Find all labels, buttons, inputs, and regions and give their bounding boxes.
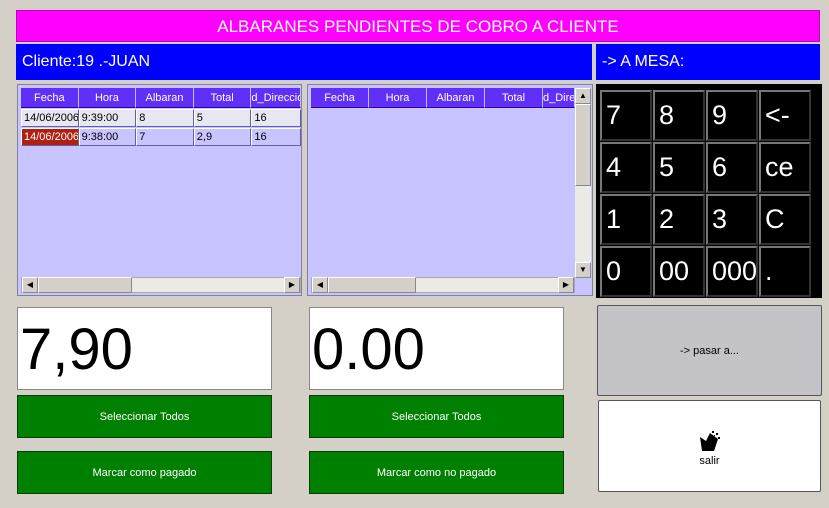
scroll-up-icon[interactable]: ▲	[575, 88, 591, 104]
cell[interactable]: 16	[251, 109, 301, 127]
paid-total-display: 0.00	[309, 307, 564, 390]
scroll-thumb[interactable]	[328, 277, 416, 293]
scroll-down-icon[interactable]: ▼	[575, 262, 591, 278]
keypad-key[interactable]: 9	[706, 90, 758, 141]
grid-header: Fecha Hora Albaran Total d_Direccion	[21, 88, 301, 108]
cell[interactable]: 2,9	[193, 128, 252, 146]
table-row[interactable]: 14/06/2006 9:38:00 7 2,9 16	[21, 128, 301, 146]
keypad-key[interactable]: 2	[653, 194, 705, 245]
keypad-key[interactable]: 0	[600, 246, 652, 297]
col-direccion[interactable]: d_Direccion	[251, 88, 301, 108]
cell[interactable]: 14/06/2006	[21, 109, 79, 127]
grid-header: Fecha Hora Albaran Total d_Direccion	[311, 88, 592, 108]
cell-selected[interactable]: 14/06/2006	[21, 128, 79, 146]
scroll-thumb[interactable]	[575, 104, 591, 186]
pasar-button[interactable]: -> pasar a...	[597, 305, 822, 396]
keypad-key[interactable]: ce	[759, 142, 811, 193]
scroll-left-icon[interactable]: ◀	[22, 277, 38, 293]
cell[interactable]: 9:38:00	[78, 128, 137, 146]
exit-icon	[698, 429, 722, 453]
paid-invoices-grid[interactable]: Fecha Hora Albaran Total d_Direccion ▲ ▼…	[307, 84, 593, 296]
mark-unpaid-button[interactable]: Marcar como no pagado	[309, 451, 564, 494]
keypad-key[interactable]: 4	[600, 142, 652, 193]
keypad-key[interactable]: 8	[653, 90, 705, 141]
horizontal-scrollbar[interactable]: ◀ ▶	[311, 277, 575, 293]
scroll-left-icon[interactable]: ◀	[312, 277, 328, 293]
cell[interactable]: 5	[193, 109, 252, 127]
col-albaran[interactable]: Albaran	[427, 88, 485, 108]
keypad-key[interactable]: 3	[706, 194, 758, 245]
keypad-key[interactable]: C	[759, 194, 811, 245]
exit-button[interactable]: salir	[598, 400, 821, 492]
exit-label: salir	[699, 455, 720, 467]
client-label: Cliente:19 .-JUAN	[16, 44, 592, 80]
cell[interactable]: 8	[136, 109, 194, 127]
keypad-key[interactable]: 6	[706, 142, 758, 193]
scroll-right-icon[interactable]: ▶	[284, 277, 300, 293]
keypad-key[interactable]: <-	[759, 90, 811, 141]
pending-total-display: 7,90	[17, 307, 272, 390]
pending-invoices-grid[interactable]: Fecha Hora Albaran Total d_Direccion 14/…	[17, 84, 302, 296]
keypad-key[interactable]: 5	[653, 142, 705, 193]
mesa-label: -> A MESA:	[596, 44, 820, 80]
col-total[interactable]: Total	[485, 88, 543, 108]
select-all-right-button[interactable]: Seleccionar Todos	[309, 395, 564, 438]
keypad-key[interactable]: 7	[600, 90, 652, 141]
keypad-key[interactable]: 000	[706, 246, 758, 297]
vertical-scrollbar[interactable]: ▲ ▼	[575, 88, 591, 278]
keypad-key[interactable]: 1	[600, 194, 652, 245]
scroll-right-icon[interactable]: ▶	[558, 277, 574, 293]
mark-paid-button[interactable]: Marcar como pagado	[17, 451, 272, 494]
col-hora[interactable]: Hora	[78, 88, 137, 108]
cell[interactable]: 9:39:00	[78, 109, 137, 127]
window-title: ALBARANES PENDIENTES DE COBRO A CLIENTE	[16, 10, 820, 42]
keypad-key[interactable]: .	[759, 246, 811, 297]
select-all-left-button[interactable]: Seleccionar Todos	[17, 395, 272, 438]
col-fecha[interactable]: Fecha	[21, 88, 79, 108]
horizontal-scrollbar[interactable]: ◀ ▶	[21, 277, 301, 293]
numeric-keypad: 7 8 9 <- 4 5 6 ce 1 2 3 C 0 00 000.	[596, 84, 822, 298]
keypad-key[interactable]: 00	[653, 246, 705, 297]
col-hora[interactable]: Hora	[369, 88, 427, 108]
col-albaran[interactable]: Albaran	[136, 88, 194, 108]
scroll-thumb[interactable]	[38, 277, 132, 293]
cell[interactable]: 16	[251, 128, 301, 146]
col-total[interactable]: Total	[193, 88, 252, 108]
table-row[interactable]: 14/06/2006 9:39:00 8 5 16	[21, 109, 301, 127]
cell[interactable]: 7	[136, 128, 194, 146]
col-direccion[interactable]: d_Direccion	[543, 88, 575, 108]
col-fecha[interactable]: Fecha	[311, 88, 369, 108]
